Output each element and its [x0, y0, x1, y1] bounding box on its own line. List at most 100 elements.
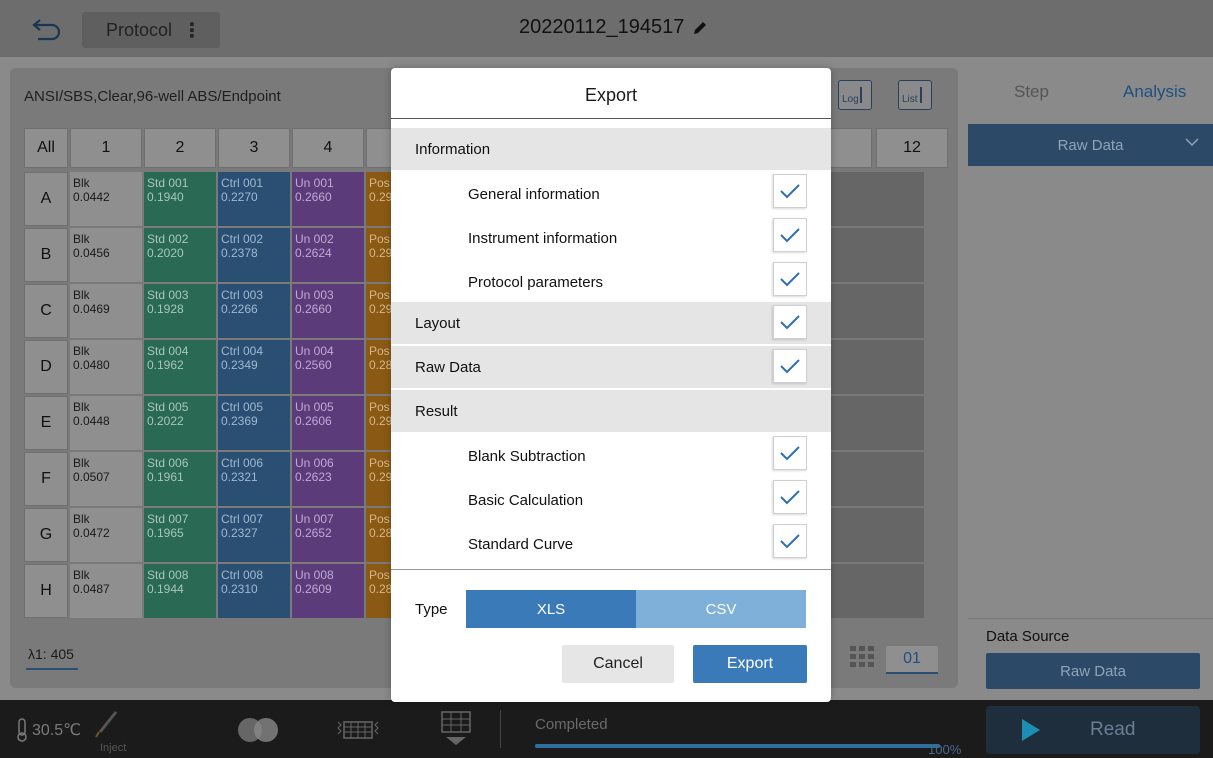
- read-button[interactable]: Read: [986, 706, 1200, 754]
- section-information: Information: [391, 128, 831, 170]
- row-header[interactable]: A: [24, 172, 68, 226]
- well-label: Un 005: [295, 400, 334, 414]
- checkbox-raw-data[interactable]: [773, 349, 807, 383]
- plate-well[interactable]: Blk 0.0456: [70, 228, 142, 282]
- plate-well[interactable]: Blk 0.0487: [70, 564, 142, 618]
- data-type-dropdown[interactable]: Raw Data: [968, 124, 1213, 166]
- row-header[interactable]: F: [24, 452, 68, 506]
- plate-well[interactable]: Ctrl 003 0.2266: [218, 284, 290, 338]
- plate-shake-icon[interactable]: [334, 716, 382, 744]
- checkbox-instrument-information[interactable]: [773, 218, 807, 252]
- progress-bar: [535, 744, 940, 748]
- plate-well[interactable]: Un 008 0.2609: [292, 564, 364, 618]
- export-dialog: Export Information General information I…: [391, 68, 831, 702]
- well-value: 0.1962: [147, 358, 184, 372]
- checkbox-basic-calculation[interactable]: [773, 480, 807, 514]
- plate-well[interactable]: Std 001 0.1940: [144, 172, 216, 226]
- export-button[interactable]: Export: [693, 645, 807, 683]
- plate-eject-icon[interactable]: [438, 710, 474, 750]
- plate-well[interactable]: Blk 0.0480: [70, 340, 142, 394]
- plate-well[interactable]: Blk 0.0448: [70, 396, 142, 450]
- well-label: Blk: [73, 176, 90, 190]
- checkbox-blank-subtraction[interactable]: [773, 436, 807, 470]
- well-value: 0.2609: [295, 582, 332, 596]
- plate-well[interactable]: Blk 0.0469: [70, 284, 142, 338]
- column-header[interactable]: 3: [218, 128, 290, 168]
- plate-well[interactable]: Ctrl 002 0.2378: [218, 228, 290, 282]
- plate-well[interactable]: Ctrl 004 0.2349: [218, 340, 290, 394]
- checkbox-layout[interactable]: [773, 305, 807, 339]
- temperature[interactable]: 30.5℃: [16, 718, 81, 742]
- inject-button[interactable]: Inject: [92, 710, 126, 754]
- tab-step[interactable]: Step: [1014, 82, 1049, 102]
- plate-well[interactable]: Un 002 0.2624: [292, 228, 364, 282]
- overlap-circles-icon[interactable]: [232, 716, 284, 744]
- plate-well[interactable]: Std 003 0.1928: [144, 284, 216, 338]
- well-value: 0.2270: [221, 190, 258, 204]
- plate-well[interactable]: [854, 508, 924, 562]
- plate-well[interactable]: Un 001 0.2660: [292, 172, 364, 226]
- plate-well[interactable]: Std 004 0.1962: [144, 340, 216, 394]
- column-header[interactable]: 12: [876, 128, 948, 168]
- row-header[interactable]: B: [24, 228, 68, 282]
- row-header[interactable]: D: [24, 340, 68, 394]
- row-header[interactable]: G: [24, 508, 68, 562]
- well-value: 0.0442: [73, 190, 110, 204]
- back-icon[interactable]: [28, 14, 64, 44]
- column-header[interactable]: 2: [144, 128, 216, 168]
- column-header[interactable]: 1: [70, 128, 142, 168]
- checkbox-standard-curve[interactable]: [773, 524, 807, 558]
- plate-well[interactable]: Std 005 0.2022: [144, 396, 216, 450]
- tab-analysis[interactable]: Analysis: [1123, 82, 1186, 102]
- plate-well[interactable]: Std 002 0.2020: [144, 228, 216, 282]
- file-title[interactable]: 20220112_194517: [519, 16, 708, 39]
- plate-well[interactable]: [854, 172, 924, 226]
- well-value: 0.0507: [73, 470, 110, 484]
- plate-well[interactable]: [854, 340, 924, 394]
- plate-well[interactable]: Un 007 0.2652: [292, 508, 364, 562]
- type-csv-option[interactable]: CSV: [636, 590, 806, 628]
- row-header[interactable]: C: [24, 284, 68, 338]
- checkbox-protocol-parameters[interactable]: [773, 262, 807, 296]
- wavelength-tab[interactable]: λ1: 405: [26, 646, 78, 670]
- plate-well[interactable]: [854, 564, 924, 618]
- column-header[interactable]: 4: [292, 128, 364, 168]
- plate-well[interactable]: [854, 396, 924, 450]
- plate-well[interactable]: Un 003 0.2660: [292, 284, 364, 338]
- row-header[interactable]: E: [24, 396, 68, 450]
- plate-well[interactable]: Blk 0.0442: [70, 172, 142, 226]
- plate-well[interactable]: Std 007 0.1965: [144, 508, 216, 562]
- plate-well[interactable]: Std 008 0.1944: [144, 564, 216, 618]
- grid-view-icon[interactable]: [850, 646, 874, 668]
- plate-well[interactable]: Blk 0.0507: [70, 452, 142, 506]
- well-label: Ctrl 007: [221, 512, 264, 526]
- list-view-icon[interactable]: List: [898, 80, 932, 110]
- cancel-button[interactable]: Cancel: [562, 645, 674, 683]
- page-number[interactable]: 01: [886, 646, 938, 674]
- select-all-header[interactable]: All: [24, 128, 68, 168]
- type-xls-option[interactable]: XLS: [466, 590, 636, 628]
- plate-well[interactable]: Un 005 0.2606: [292, 396, 364, 450]
- row-header[interactable]: H: [24, 564, 68, 618]
- plate-well[interactable]: Ctrl 008 0.2310: [218, 564, 290, 618]
- plate-well[interactable]: Ctrl 001 0.2270: [218, 172, 290, 226]
- plate-well[interactable]: Un 006 0.2623: [292, 452, 364, 506]
- plate-well[interactable]: Blk 0.0472: [70, 508, 142, 562]
- check-icon: [780, 359, 800, 374]
- plate-well[interactable]: Ctrl 007 0.2327: [218, 508, 290, 562]
- well-label: Ctrl 001: [221, 176, 264, 190]
- checkbox-general-information[interactable]: [773, 174, 807, 208]
- log-view-icon[interactable]: Log: [838, 80, 872, 110]
- plate-well[interactable]: Ctrl 005 0.2369: [218, 396, 290, 450]
- well-label: Std 007: [147, 512, 189, 526]
- plate-well[interactable]: [854, 228, 924, 282]
- option-general-information: General information: [468, 185, 600, 203]
- plate-well[interactable]: Std 006 0.1961: [144, 452, 216, 506]
- data-source-button[interactable]: Raw Data: [986, 653, 1200, 689]
- plate-well[interactable]: Ctrl 006 0.2321: [218, 452, 290, 506]
- protocol-menu-button[interactable]: Protocol ⋮: [82, 12, 220, 48]
- plate-well[interactable]: [854, 284, 924, 338]
- plate-well[interactable]: [854, 452, 924, 506]
- plate-well[interactable]: Un 004 0.2560: [292, 340, 364, 394]
- well-label: Blk: [73, 456, 90, 470]
